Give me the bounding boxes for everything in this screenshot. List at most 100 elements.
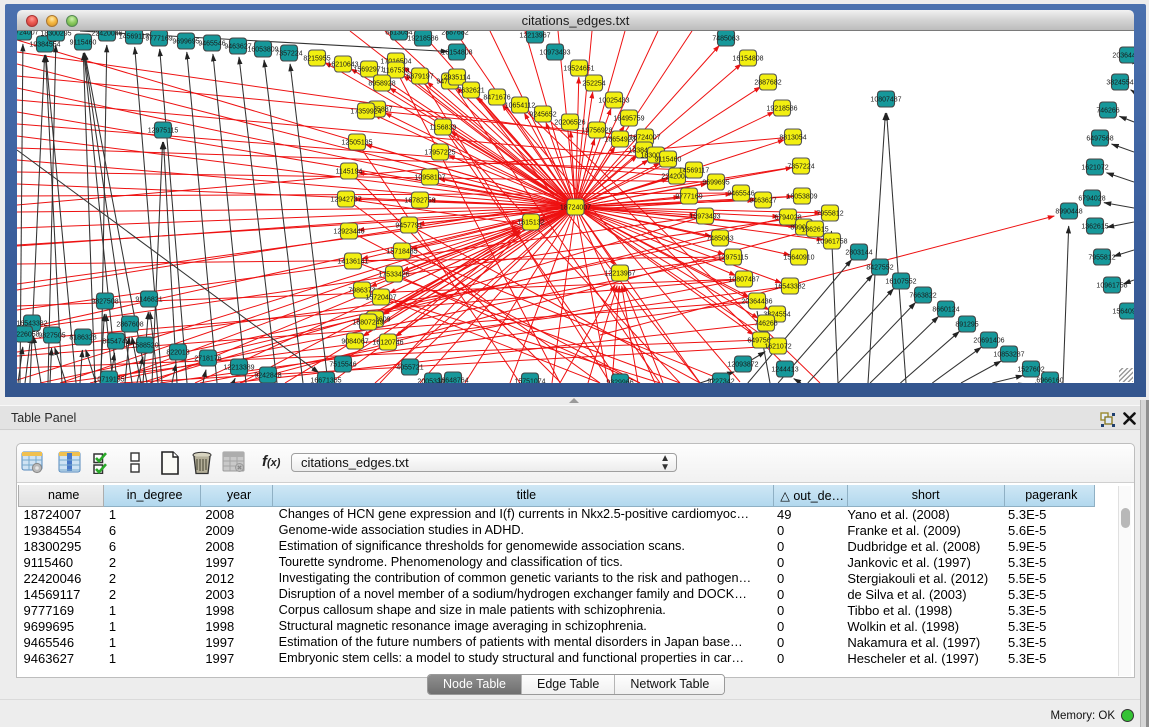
svg-text:822013: 822013 [166, 349, 189, 356]
svg-text:1527602: 1527602 [1017, 366, 1044, 373]
svg-text:12505135: 12505135 [341, 139, 372, 146]
svg-text:1362615: 1362615 [801, 226, 828, 233]
svg-text:7955812: 7955812 [816, 210, 843, 217]
svg-text:16782759: 16782759 [404, 197, 435, 204]
svg-text:1588520: 1588520 [131, 342, 158, 349]
svg-text:10719155: 10719155 [93, 376, 124, 383]
svg-text:8660124: 8660124 [932, 306, 959, 313]
svg-text:17533426: 17533426 [378, 271, 409, 278]
svg-text:17957225: 17957225 [424, 149, 455, 156]
svg-text:2887682: 2887682 [441, 31, 468, 36]
svg-text:18724007: 18724007 [560, 204, 591, 211]
svg-text:20206526: 20206526 [554, 119, 585, 126]
svg-text:9457791: 9457791 [395, 222, 422, 229]
svg-text:10025433: 10025433 [598, 97, 629, 104]
svg-text:1615132: 1615132 [517, 219, 544, 226]
svg-text:2803144: 2803144 [845, 249, 872, 256]
svg-text:2935114: 2935114 [444, 74, 471, 81]
svg-text:12942737: 12942737 [330, 196, 361, 203]
svg-text:16107552: 16107552 [885, 278, 916, 285]
svg-text:6879197: 6879197 [406, 73, 433, 80]
svg-text:20364436: 20364436 [741, 298, 772, 305]
svg-text:10961758: 10961758 [816, 238, 847, 245]
svg-text:12923446: 12923446 [333, 228, 364, 235]
svg-text:1145194: 1145194 [336, 168, 363, 175]
svg-text:16154808: 16154808 [732, 55, 763, 62]
svg-text:16053809: 16053809 [786, 193, 817, 200]
svg-text:9245652: 9245652 [529, 111, 556, 118]
svg-text:10654112: 10654112 [505, 102, 536, 109]
svg-text:9242848: 9242848 [254, 372, 281, 379]
svg-text:12213389: 12213389 [223, 364, 254, 371]
svg-text:14569117: 14569117 [679, 167, 710, 174]
svg-text:17359924: 17359924 [350, 108, 381, 115]
svg-text:10973493: 10973493 [539, 49, 570, 56]
svg-text:1244413: 1244413 [771, 366, 798, 373]
svg-text:9115460: 9115460 [70, 39, 97, 46]
svg-text:1621072: 1621072 [764, 343, 791, 350]
svg-text:8186328: 8186328 [69, 334, 96, 341]
svg-text:10961758: 10961758 [1096, 282, 1127, 289]
svg-text:15720407: 15720407 [365, 294, 396, 301]
svg-text:18724007: 18724007 [629, 134, 660, 141]
svg-text:15692971: 15692971 [353, 66, 384, 73]
svg-text:15640910: 15640910 [783, 254, 814, 261]
svg-text:2887682: 2887682 [754, 79, 781, 86]
svg-text:8471676: 8471676 [483, 94, 510, 101]
svg-text:9699695: 9699695 [702, 179, 729, 186]
svg-text:8990448: 8990448 [1055, 208, 1082, 215]
svg-text:9777169: 9777169 [145, 35, 172, 42]
svg-text:7485063: 7485063 [706, 235, 733, 242]
svg-text:6966160: 6966160 [1036, 377, 1063, 383]
svg-text:10807487: 10807487 [728, 276, 759, 283]
svg-text:2718176: 2718176 [194, 355, 221, 362]
svg-text:19756928: 19756928 [581, 127, 612, 134]
svg-text:7663822: 7663822 [909, 292, 936, 299]
svg-text:12975115: 12975115 [148, 127, 179, 134]
svg-text:6497568: 6497568 [1086, 135, 1113, 142]
svg-text:15640910: 15640910 [1112, 308, 1134, 315]
svg-text:18495759: 18495759 [613, 115, 644, 122]
svg-text:7515546: 7515546 [329, 361, 356, 368]
svg-text:16671355: 16671355 [310, 377, 341, 383]
svg-text:746266: 746266 [754, 320, 777, 327]
svg-text:3824554: 3824554 [1106, 79, 1133, 86]
svg-text:9463627: 9463627 [749, 197, 776, 204]
svg-text:18807249: 18807249 [352, 319, 383, 326]
svg-text:10958107: 10958107 [414, 174, 445, 181]
svg-text:16120746: 16120746 [372, 339, 403, 346]
svg-text:10807487: 10807487 [870, 96, 901, 103]
svg-text:10973493: 10973493 [689, 213, 720, 220]
svg-text:8427552: 8427552 [866, 264, 893, 271]
svg-text:9465546: 9465546 [198, 40, 225, 47]
svg-text:9115460: 9115460 [655, 156, 682, 163]
svg-text:1621072: 1621072 [1081, 164, 1108, 171]
svg-text:9827508: 9827508 [91, 298, 118, 305]
svg-text:7955812: 7955812 [1088, 254, 1115, 261]
svg-text:14136141: 14136141 [337, 258, 368, 265]
svg-text:18300295: 18300295 [40, 31, 71, 37]
svg-text:20364436: 20364436 [1112, 52, 1134, 59]
svg-text:9146821: 9146821 [135, 296, 162, 303]
svg-text:9699695: 9699695 [172, 38, 199, 45]
svg-text:8958928: 8958928 [368, 80, 395, 87]
svg-text:8813054: 8813054 [779, 134, 806, 141]
svg-text:18226058: 18226058 [17, 331, 40, 338]
svg-text:2867608: 2867608 [116, 321, 143, 328]
svg-text:7632621: 7632621 [457, 87, 484, 94]
svg-text:19218586: 19218586 [766, 105, 797, 112]
svg-text:252254: 252254 [582, 80, 605, 87]
svg-text:7357224: 7357224 [787, 163, 814, 170]
svg-text:9329966: 9329966 [606, 379, 633, 383]
svg-text:16543382: 16543382 [774, 283, 805, 290]
svg-text:12975115: 12975115 [718, 254, 749, 261]
svg-text:7986372: 7986372 [348, 287, 375, 294]
svg-text:746266: 746266 [1096, 107, 1119, 114]
svg-text:7357224: 7357224 [275, 50, 302, 57]
svg-text:15751074: 15751074 [514, 378, 545, 383]
svg-text:9465546: 9465546 [727, 190, 754, 197]
svg-text:8454749: 8454749 [102, 338, 129, 345]
svg-text:4055721: 4055721 [396, 364, 423, 371]
svg-text:9777169: 9777169 [675, 193, 702, 200]
svg-text:12093872: 12093872 [727, 361, 758, 368]
